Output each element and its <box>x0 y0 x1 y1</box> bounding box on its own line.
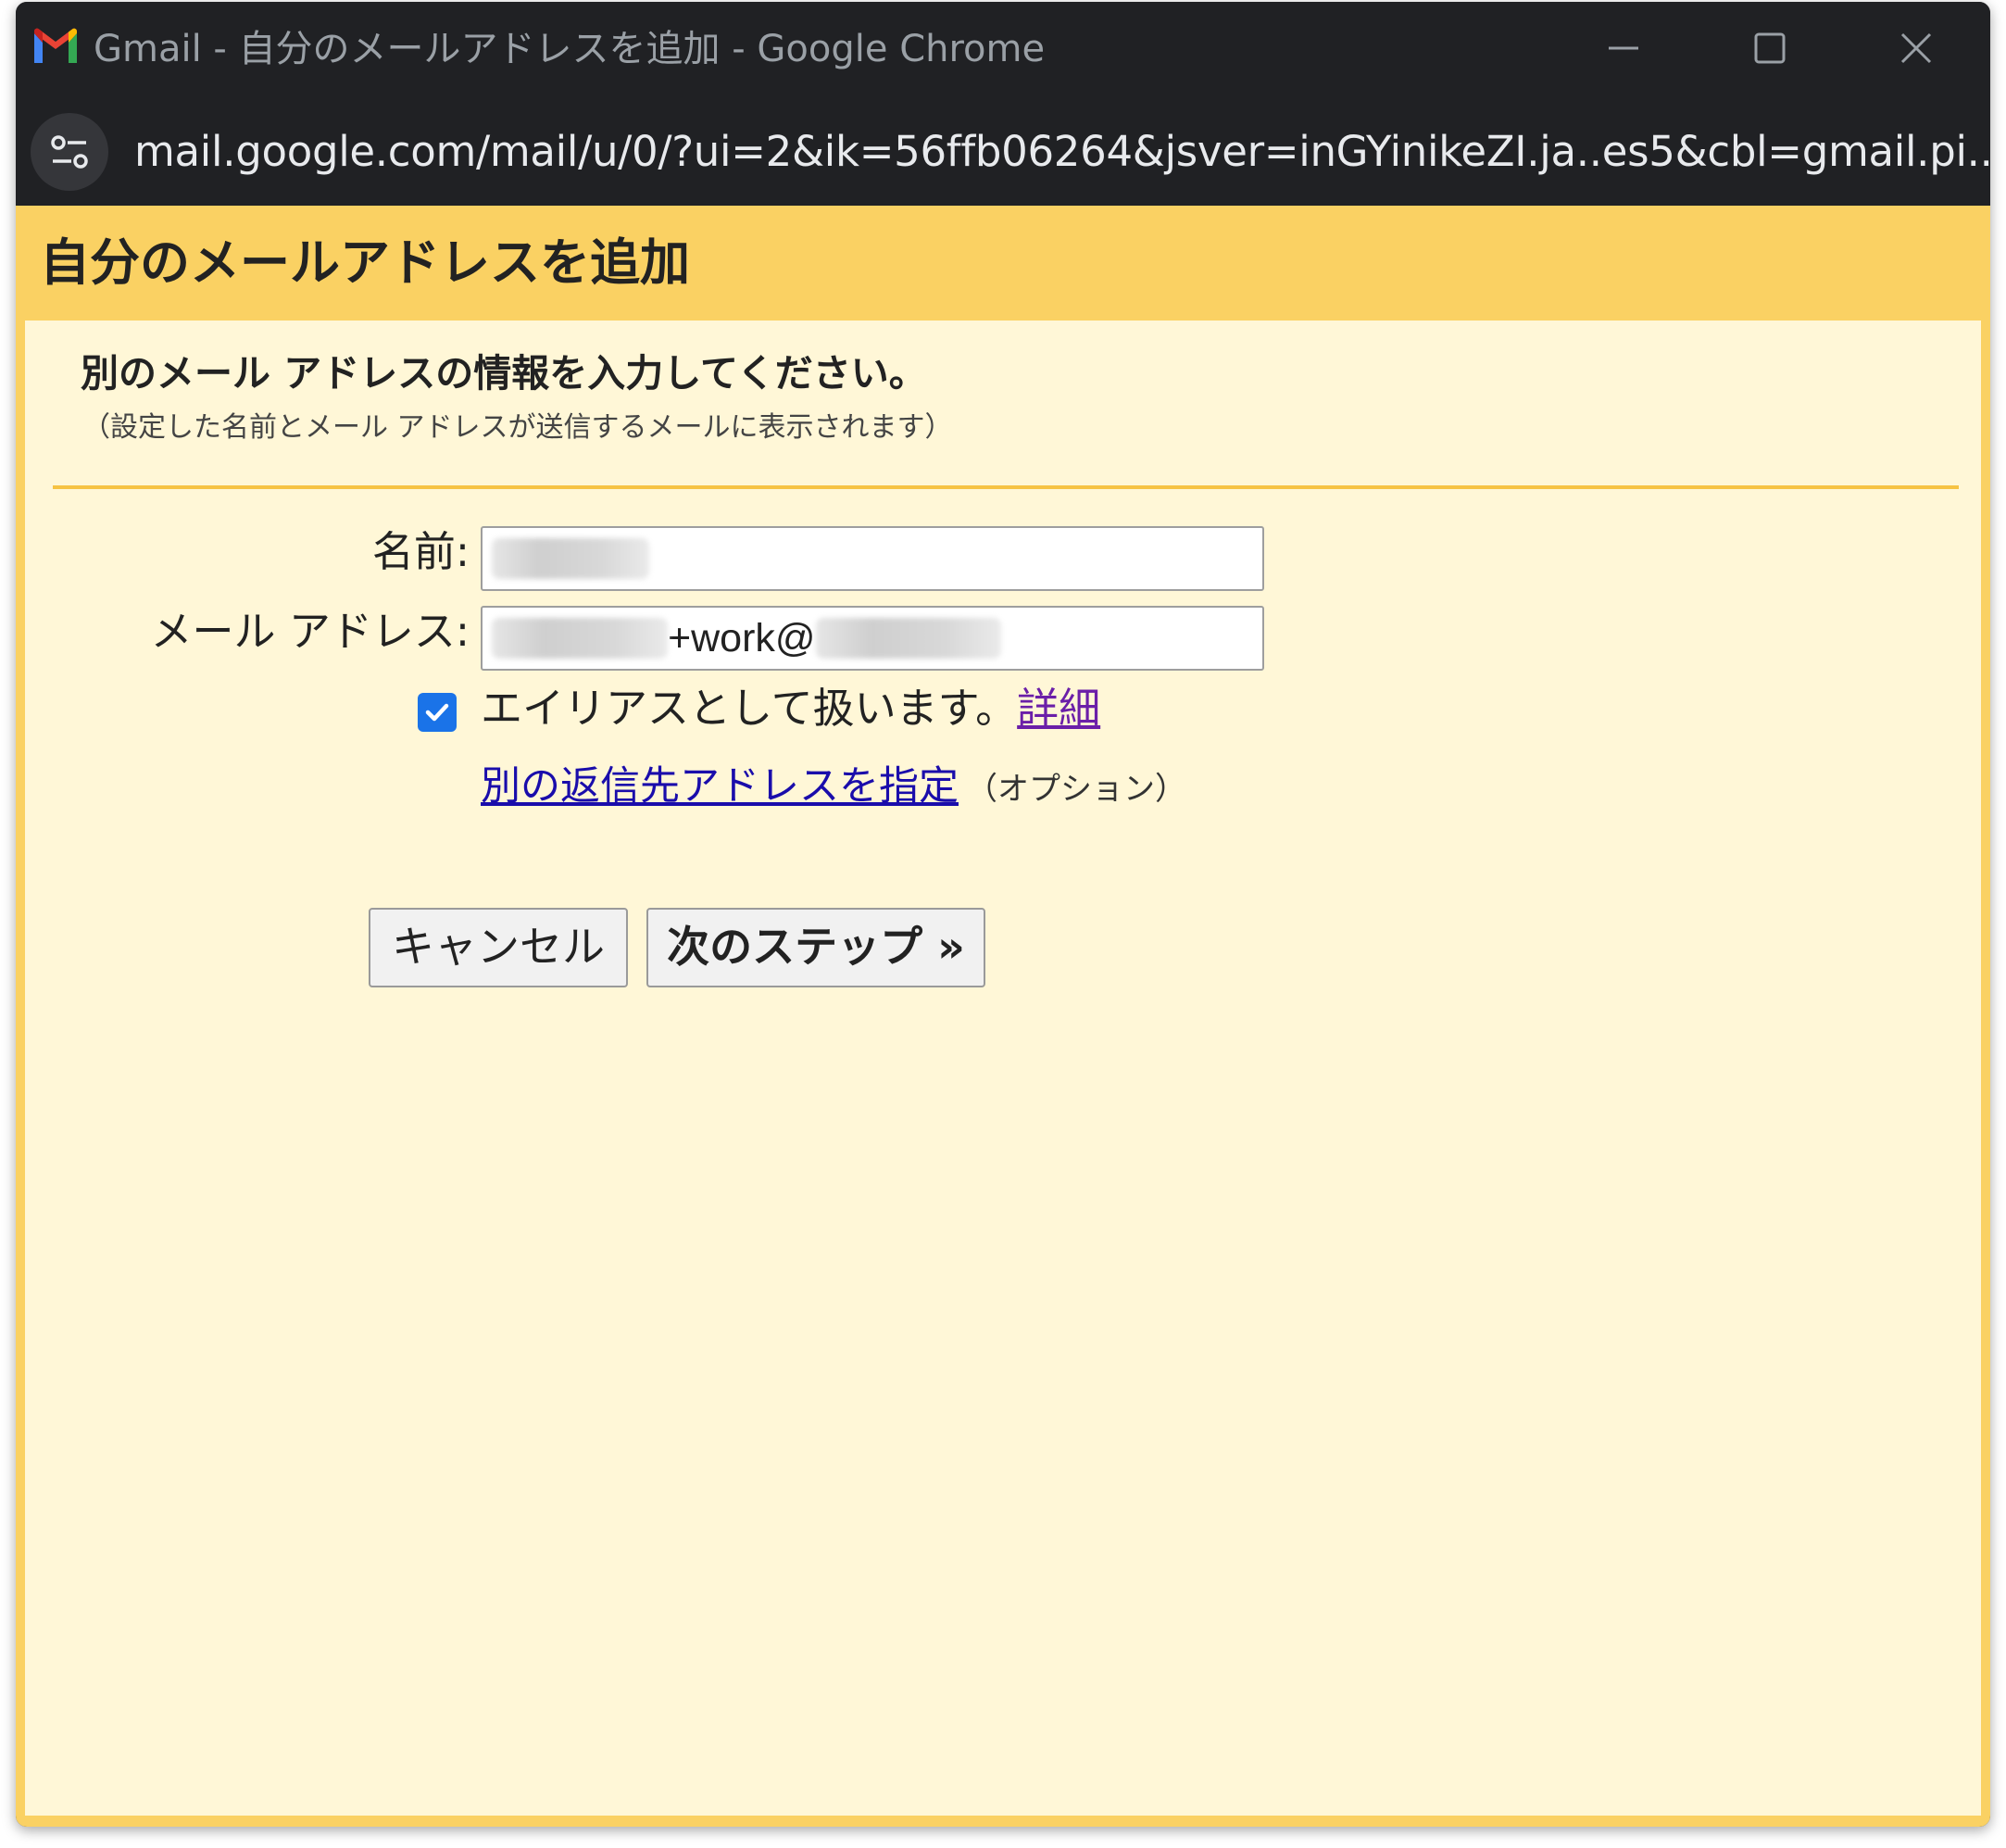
reply-to-row: 別の返信先アドレスを指定 （オプション） <box>481 760 1186 816</box>
minimize-button[interactable] <box>1586 22 1661 74</box>
tune-icon <box>51 135 88 169</box>
prompt-note: （設定した名前とメール アドレスが送信するメールに表示されます） <box>82 411 953 444</box>
email-label: メール アドレス: <box>150 607 470 656</box>
alias-row: エイリアスとして扱います。詳細 <box>481 682 1100 735</box>
window-title: Gmail - 自分のメールアドレスを追加 - Google Chrome <box>94 28 1046 70</box>
next-step-button[interactable]: 次のステップ » <box>646 908 985 987</box>
site-info-button[interactable] <box>31 113 108 191</box>
title-bar: Gmail - 自分のメールアドレスを追加 - Google Chrome <box>16 2 1990 98</box>
redacted-email-user <box>492 618 668 659</box>
dialog-page: 自分のメールアドレスを追加 別のメール アドレスの情報を入力してください。 （設… <box>16 206 1990 1827</box>
alias-checkbox[interactable] <box>418 693 457 732</box>
minimize-icon <box>1609 46 1638 50</box>
optional-label: （オプション） <box>966 771 1186 808</box>
prompt-text: 別のメール アドレスの情報を入力してください。 <box>81 351 927 396</box>
alias-label: エイリアスとして扱います。 <box>481 684 1018 733</box>
dialog-content: 別のメール アドレスの情報を入力してください。 （設定した名前とメール アドレス… <box>25 321 1981 1816</box>
redacted-name <box>492 538 649 579</box>
url-text[interactable]: mail.google.com/mail/u/0/?ui=2&ik=56ffb0… <box>134 124 1990 180</box>
maximize-button[interactable] <box>1733 22 1807 74</box>
gmail-icon <box>34 28 77 63</box>
name-input[interactable] <box>481 526 1264 591</box>
name-label: 名前: <box>371 527 470 576</box>
reply-to-link[interactable]: 別の返信先アドレスを指定 <box>481 763 959 810</box>
close-icon <box>1900 32 1932 64</box>
browser-window: Gmail - 自分のメールアドレスを追加 - Google Chrome ma… <box>16 2 1990 1827</box>
close-button[interactable] <box>1879 22 1953 74</box>
email-visible-part: +work@ <box>668 615 816 660</box>
dialog-heading: 自分のメールアドレスを追加 <box>40 233 690 292</box>
checkmark-icon <box>425 703 449 722</box>
divider <box>53 485 1959 489</box>
maximize-icon <box>1754 32 1786 64</box>
details-link[interactable]: 詳細 <box>1017 684 1100 733</box>
redacted-email-domain <box>815 618 1001 659</box>
cancel-button[interactable]: キャンセル <box>369 908 628 987</box>
email-input[interactable]: +work@ <box>481 606 1264 671</box>
address-bar: mail.google.com/mail/u/0/?ui=2&ik=56ffb0… <box>16 98 1990 206</box>
